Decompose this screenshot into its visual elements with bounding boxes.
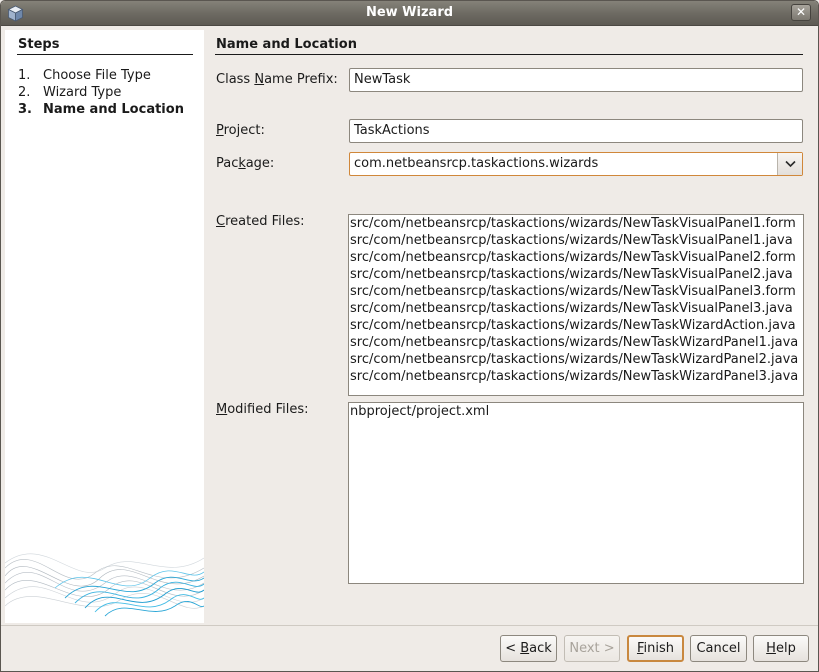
list-item: src/com/netbeansrcp/taskactions/wizards/… (350, 369, 799, 384)
label-text: Pac (216, 156, 239, 171)
step-label: Name and Location (43, 102, 184, 117)
close-button[interactable]: ✕ (791, 4, 811, 21)
step-item-1: 1. Choose File Type (18, 67, 184, 84)
step-label: Choose File Type (43, 68, 151, 83)
label-text: odified Files: (227, 402, 309, 417)
step-number: 3. (18, 102, 32, 117)
mnemonic: M (216, 402, 228, 417)
title-bar[interactable]: New Wizard ✕ (1, 1, 818, 26)
step-item-3-current: 3. Name and Location (18, 101, 184, 118)
form-panel: Name and Location Class Name Prefix: New… (204, 30, 816, 625)
package-dropdown-button[interactable] (777, 153, 802, 175)
list-item: nbproject/project.xml (350, 404, 490, 419)
label-text: ame Prefix: (264, 72, 338, 87)
mnemonic: C (216, 214, 226, 229)
label-text: age: (245, 156, 275, 171)
finish-button[interactable]: Finish (627, 635, 684, 662)
step-number: 1. (18, 68, 31, 83)
list-item: src/com/netbeansrcp/taskactions/wizards/… (350, 352, 799, 367)
label-text: roject: (223, 123, 265, 138)
steps-divider (17, 54, 193, 55)
next-button[interactable]: Next > (564, 635, 620, 662)
back-button[interactable]: < Back (500, 635, 557, 662)
step-item-2: 2. Wizard Type (18, 84, 184, 101)
list-item: src/com/netbeansrcp/taskactions/wizards/… (350, 250, 796, 265)
chevron-down-icon (785, 160, 796, 168)
list-item: src/com/netbeansrcp/taskactions/wizards/… (350, 284, 796, 299)
cancel-button[interactable]: Cancel (690, 635, 747, 662)
list-item: src/com/netbeansrcp/taskactions/wizards/… (350, 267, 793, 282)
created-files-label: Created Files: (216, 214, 305, 229)
steps-panel: Steps 1. Choose File Type 2. Wizard Type 3… (5, 30, 204, 623)
footer-divider (1, 625, 818, 626)
window-title: New Wizard (365, 5, 454, 20)
class-name-prefix-input[interactable]: NewTask (349, 68, 803, 92)
mnemonic: k (238, 156, 246, 171)
created-files-textarea[interactable]: src/com/netbeansrcp/taskactions/wizards/… (348, 214, 804, 396)
label-text: reated Files: (225, 214, 305, 229)
class-name-prefix-label: Class Name Prefix: (216, 72, 338, 87)
project-field[interactable]: TaskActions (349, 119, 803, 143)
modified-files-label: Modified Files: (216, 402, 309, 417)
steps-heading: Steps (18, 37, 60, 52)
modified-files-textarea[interactable]: nbproject/project.xml (348, 402, 804, 584)
steps-list: 1. Choose File Type 2. Wizard Type 3. Name … (18, 67, 184, 118)
wave-decoration-image (5, 553, 204, 617)
package-combobox[interactable]: com.netbeansrcp.taskactions.wizards (349, 152, 803, 176)
list-item: src/com/netbeansrcp/taskactions/wizards/… (350, 335, 799, 350)
step-number: 2. (18, 85, 31, 100)
close-icon: ✕ (795, 5, 807, 19)
project-label: Project: (216, 123, 265, 138)
section-heading: Name and Location (216, 37, 357, 52)
wizard-window: New Wizard ✕ Steps 1. Choose File Type 2.… (0, 0, 819, 672)
list-item: src/com/netbeansrcp/taskactions/wizards/… (350, 301, 793, 316)
section-divider (215, 54, 803, 55)
mnemonic: N (254, 72, 265, 87)
mnemonic: P (216, 123, 224, 138)
step-label: Wizard Type (43, 85, 122, 100)
list-item: src/com/netbeansrcp/taskactions/wizards/… (350, 233, 793, 248)
list-item: src/com/netbeansrcp/taskactions/wizards/… (350, 318, 796, 333)
package-label: Package: (216, 156, 274, 171)
label-text: Class (216, 72, 255, 87)
help-button[interactable]: Help (753, 635, 809, 662)
package-value[interactable]: com.netbeansrcp.taskactions.wizards (354, 156, 598, 171)
list-item: src/com/netbeansrcp/taskactions/wizards/… (350, 216, 796, 231)
